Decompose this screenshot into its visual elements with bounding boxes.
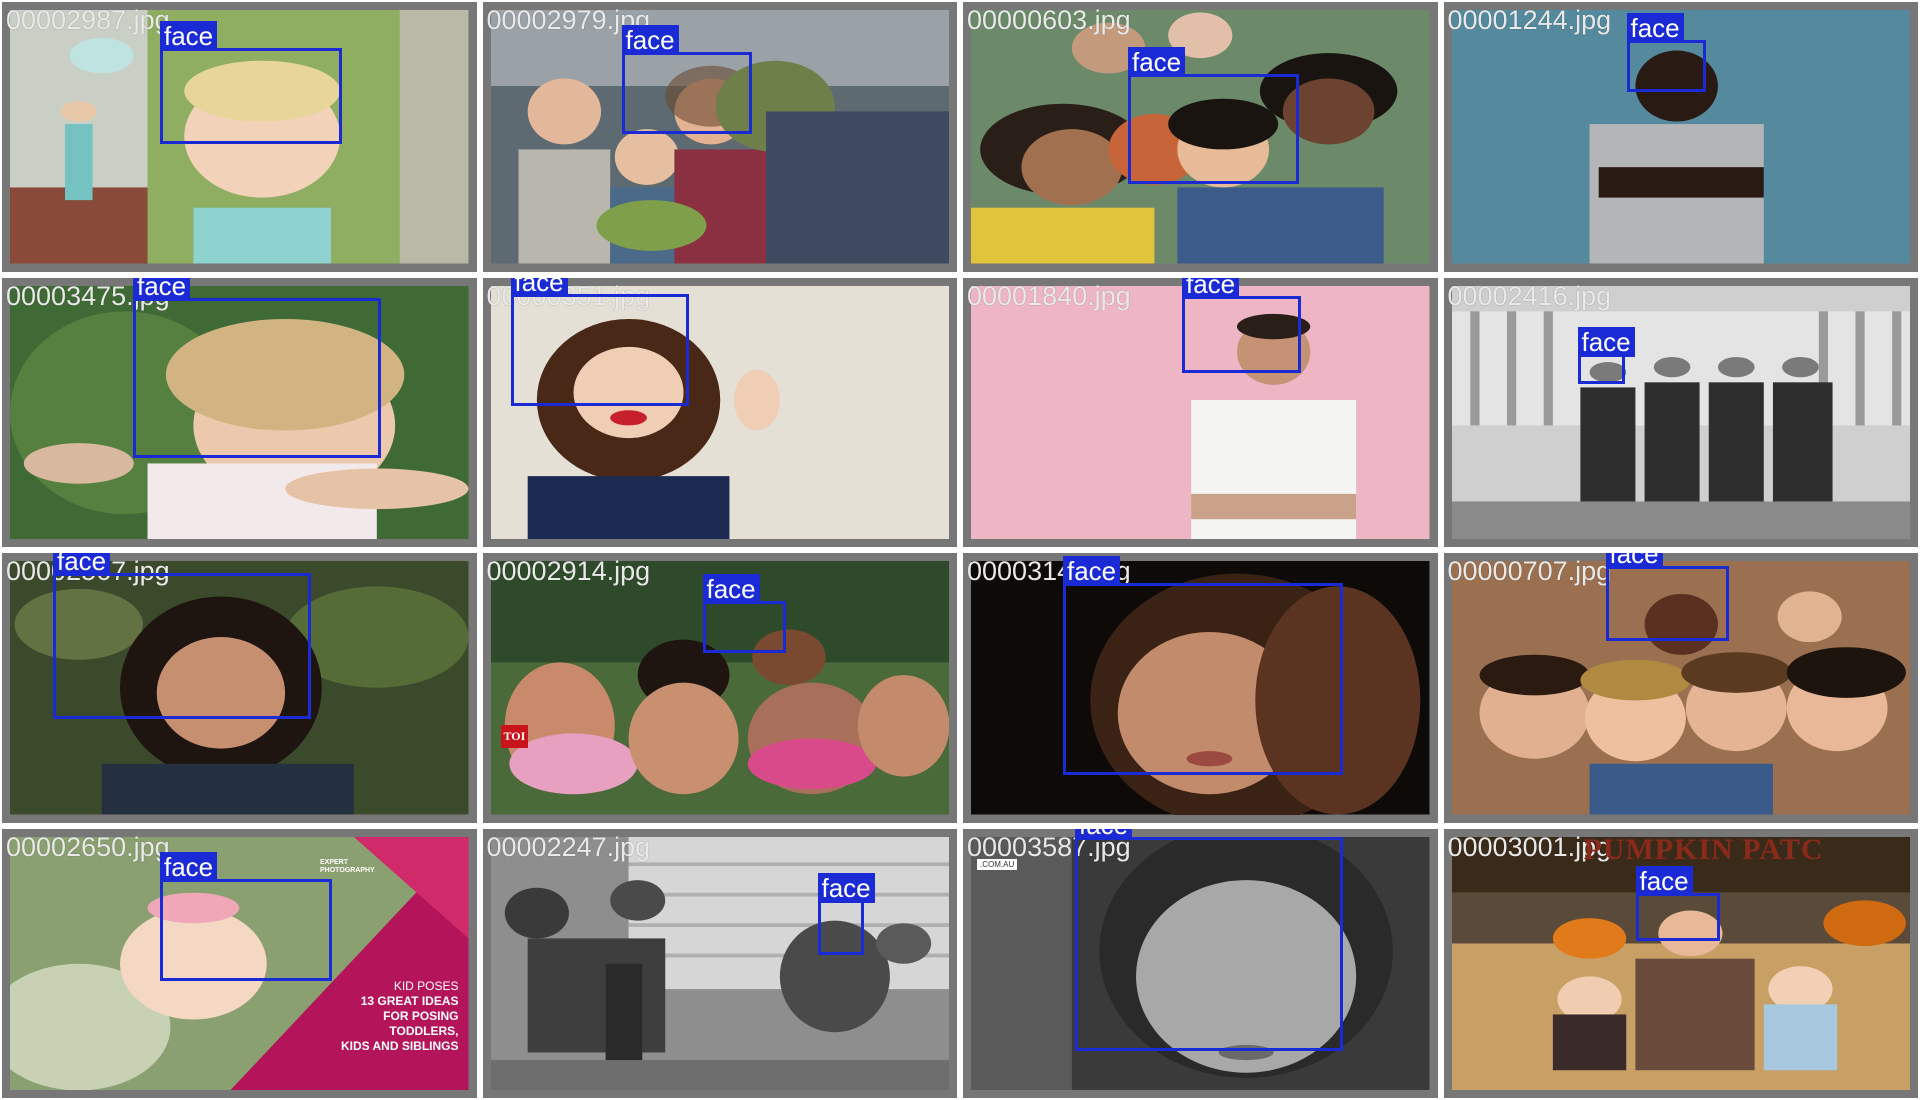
result-tile[interactable]: 00002979.jpg face — [482, 2, 957, 272]
face-bounding-box: face — [1063, 556, 1343, 775]
face-bounding-box: face — [1626, 13, 1706, 92]
face-bounding-box: face — [1635, 865, 1720, 941]
kid-poses-overlay-text: KID POSES 13 GREAT IDEAS FOR POSING TODD… — [341, 979, 459, 1054]
filename-label: 00001840.jpg — [967, 280, 1131, 311]
watermark-logo: TOI — [500, 725, 529, 748]
filename-label: 00002650.jpg — [6, 831, 170, 862]
face-bounding-box: face — [510, 277, 689, 406]
result-tile[interactable]: 00002416.jpg face — [1443, 277, 1918, 547]
class-label: face — [702, 574, 760, 604]
face-bounding-box: face — [160, 851, 332, 981]
filename-label: 00002416.jpg — [1447, 280, 1612, 311]
filename-label: 00000707.jpg — [1447, 556, 1612, 586]
filename-label: 00002247.jpg — [486, 831, 651, 862]
face-bounding-box: face — [621, 25, 752, 134]
result-tile[interactable]: 00000707.jpg face — [1443, 553, 1918, 823]
overlay-line: TODDLERS, — [389, 1023, 459, 1038]
class-label: face — [53, 553, 111, 576]
photo — [490, 10, 949, 264]
result-tile[interactable]: 00003475.jpg face — [2, 277, 477, 547]
class-label: face — [1635, 865, 1693, 896]
result-tile[interactable]: 00003587.jpg .COM.AU face — [963, 828, 1438, 1098]
result-tile[interactable]: 00002650.jpg EXPERT PHOTOGRAPHY KID POSE… — [2, 828, 477, 1098]
face-bounding-box: face — [160, 21, 342, 144]
class-label: face — [1128, 47, 1186, 77]
photo — [490, 836, 949, 1090]
filename-label: 00002914.jpg — [486, 556, 651, 586]
overlay-line: 13 GREAT IDEAS — [360, 993, 459, 1008]
face-bounding-box: face — [1605, 553, 1729, 641]
face-bounding-box: face — [133, 277, 381, 458]
class-label: face — [621, 25, 679, 55]
detection-grid: 00002987.jpg face 00002979.jpg face 0000… — [0, 0, 1920, 1100]
result-tile[interactable]: 00003140.jpg face — [963, 553, 1438, 823]
brand-logo: EXPERT PHOTOGRAPHY — [320, 858, 375, 874]
watermark-logo: .COM.AU — [977, 858, 1018, 870]
class-label: face — [160, 21, 218, 51]
face-bounding-box: face — [1577, 326, 1635, 384]
face-bounding-box: face — [702, 574, 786, 653]
filename-label: 00002987.jpg — [6, 5, 170, 35]
result-tile[interactable]: 00002914.jpg TOI face — [482, 553, 957, 823]
result-tile[interactable]: 00001244.jpg face — [1443, 2, 1918, 272]
filename-label: 00000603.jpg — [967, 5, 1131, 35]
face-bounding-box: face — [1182, 277, 1301, 373]
class-label: face — [1063, 556, 1121, 586]
result-tile[interactable]: 00002987.jpg face — [2, 2, 477, 272]
result-tile[interactable]: 00003001.jpg PUMPKIN PATC face — [1443, 828, 1918, 1098]
face-bounding-box: face — [53, 553, 311, 719]
class-label: face — [817, 872, 875, 903]
result-tile[interactable]: 00000603.jpg face — [963, 2, 1438, 272]
filename-label: 00001244.jpg — [1447, 5, 1612, 35]
result-tile[interactable]: 00002247.jpg face — [482, 828, 957, 1098]
overlay-line: FOR POSING — [383, 1008, 459, 1023]
class-label: face — [1626, 13, 1684, 43]
face-bounding-box: face — [1075, 828, 1343, 1051]
result-tile[interactable]: 00001840.jpg face — [963, 277, 1438, 547]
overlay-line: KIDS AND SIBLINGS — [340, 1038, 459, 1053]
class-label: face — [160, 851, 218, 882]
photo — [1451, 285, 1910, 539]
face-bounding-box: face — [817, 872, 875, 955]
class-label: face — [1605, 553, 1663, 569]
class-label: face — [1577, 326, 1635, 357]
class-label: face — [133, 277, 191, 301]
class-label: face — [1075, 828, 1133, 840]
class-label: face — [510, 277, 568, 297]
pumpkin-patch-sign: PUMPKIN PATC — [1583, 832, 1824, 866]
result-tile[interactable]: 00002567.jpg face — [2, 553, 477, 823]
overlay-line: KID POSES — [393, 978, 459, 993]
result-tile[interactable]: 00000351.jpg face — [482, 277, 957, 547]
class-label: face — [1182, 277, 1240, 299]
face-bounding-box: face — [1128, 47, 1299, 184]
